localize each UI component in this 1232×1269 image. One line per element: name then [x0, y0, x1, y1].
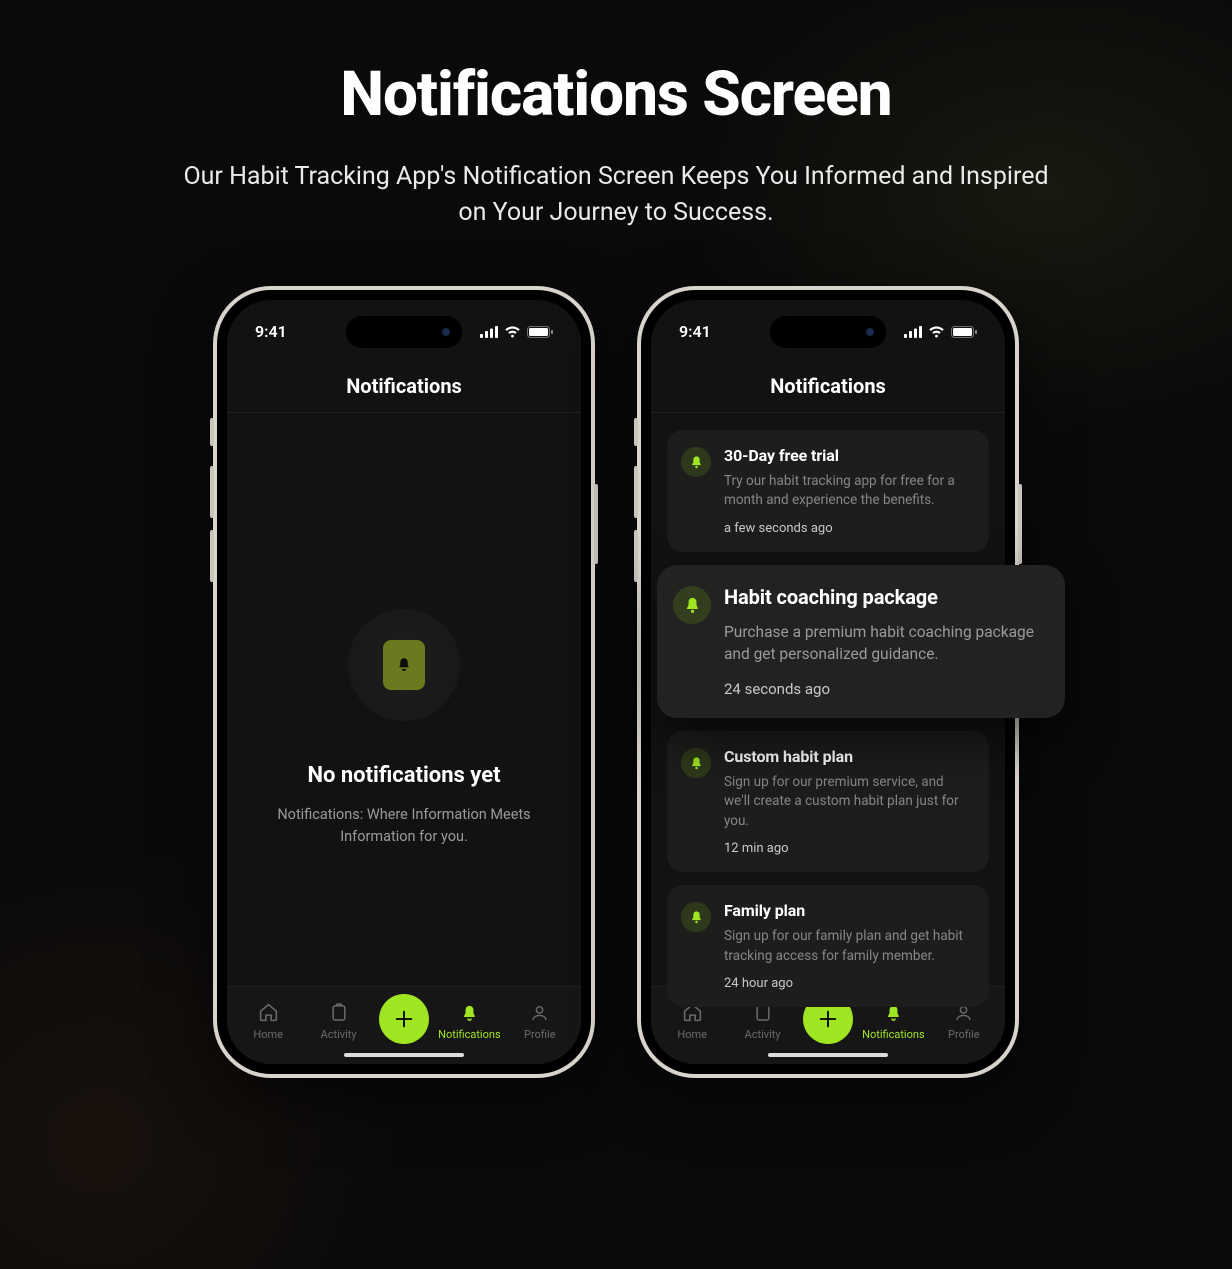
- side-button: [1018, 484, 1022, 564]
- tab-label: Profile: [948, 1028, 979, 1041]
- notification-time: 12 min ago: [724, 841, 971, 856]
- tab-label: Notifications: [862, 1028, 925, 1041]
- status-icons: [904, 326, 977, 338]
- tab-label: Home: [253, 1028, 283, 1041]
- home-icon: [257, 1002, 279, 1024]
- notification-list: 30-Day free trial Try our habit tracking…: [651, 412, 1005, 1008]
- side-button: [634, 418, 638, 446]
- tab-label: Notifications: [438, 1028, 501, 1041]
- dynamic-island: [346, 316, 462, 348]
- dynamic-island: [770, 316, 886, 348]
- page-subtitle: Our Habit Tracking App's Notification Sc…: [176, 159, 1056, 232]
- notification-time: a few seconds ago: [724, 521, 971, 536]
- battery-icon: [527, 326, 553, 338]
- side-button: [210, 418, 214, 446]
- screen-header: Notifications: [651, 360, 1005, 413]
- notification-time: 24 hour ago: [724, 976, 971, 991]
- side-button: [634, 530, 638, 582]
- wifi-icon: [504, 326, 521, 338]
- notification-desc: Try our habit tracking app for free for …: [724, 472, 971, 511]
- phones-row: 9:41 Notifications No notifications yet: [0, 286, 1232, 1078]
- bell-document-icon: [383, 640, 425, 690]
- notification-card[interactable]: Custom habit plan Sign up for our premiu…: [667, 731, 989, 873]
- notification-desc: Purchase a premium habit coaching packag…: [724, 621, 1043, 666]
- bell-icon: [681, 748, 711, 778]
- home-indicator: [768, 1053, 888, 1057]
- battery-icon: [951, 326, 977, 338]
- tab-activity[interactable]: Activity: [309, 1002, 369, 1041]
- notification-title: Habit coaching package: [724, 585, 1043, 609]
- phone-mockup-empty: 9:41 Notifications No notifications yet: [213, 286, 595, 1078]
- status-icons: [480, 326, 553, 338]
- plus-icon: [817, 1008, 839, 1030]
- bell-icon: [681, 447, 711, 477]
- side-button: [210, 530, 214, 582]
- home-indicator: [344, 1053, 464, 1057]
- tab-label: Activity: [321, 1028, 357, 1041]
- tab-label: Profile: [524, 1028, 555, 1041]
- tab-notifications[interactable]: Notifications: [439, 1002, 499, 1041]
- empty-state-title: No notifications yet: [307, 763, 500, 788]
- bell-icon: [458, 1002, 480, 1024]
- signal-icon: [904, 326, 922, 338]
- notification-desc: Sign up for our premium service, and we'…: [724, 773, 971, 832]
- status-time: 9:41: [255, 322, 287, 341]
- profile-icon: [529, 1002, 551, 1024]
- page-title: Notifications Screen: [0, 0, 1232, 131]
- status-time: 9:41: [679, 322, 711, 341]
- side-button: [210, 466, 214, 518]
- notification-title: Custom habit plan: [724, 747, 971, 766]
- bell-icon: [681, 902, 711, 932]
- notification-time: 24 seconds ago: [724, 680, 1043, 698]
- empty-state-circle: [348, 609, 460, 721]
- tab-label: Home: [677, 1028, 707, 1041]
- clipboard-icon: [328, 1002, 350, 1024]
- side-button: [634, 466, 638, 518]
- tab-profile[interactable]: Profile: [510, 1002, 570, 1041]
- bell-icon: [673, 586, 711, 624]
- notification-title: Family plan: [724, 901, 971, 920]
- plus-icon: [393, 1008, 415, 1030]
- empty-state: No notifications yet Notifications: Wher…: [227, 442, 581, 1016]
- empty-state-text: Notifications: Where Information Meets I…: [274, 804, 534, 849]
- notification-desc: Sign up for our family plan and get habi…: [724, 927, 971, 966]
- side-button: [594, 484, 598, 564]
- wifi-icon: [928, 326, 945, 338]
- notification-title: 30-Day free trial: [724, 446, 971, 465]
- notification-card[interactable]: Family plan Sign up for our family plan …: [667, 885, 989, 1007]
- notification-card[interactable]: 30-Day free trial Try our habit tracking…: [667, 430, 989, 552]
- tab-home[interactable]: Home: [238, 1002, 298, 1041]
- notification-card-highlighted[interactable]: Habit coaching package Purchase a premiu…: [657, 565, 1065, 718]
- tab-label: Activity: [745, 1028, 781, 1041]
- phone-mockup-list: 9:41 Notifications Home Activ: [637, 286, 1019, 1078]
- screen-header: Notifications: [227, 360, 581, 413]
- add-button[interactable]: [379, 994, 429, 1044]
- signal-icon: [480, 326, 498, 338]
